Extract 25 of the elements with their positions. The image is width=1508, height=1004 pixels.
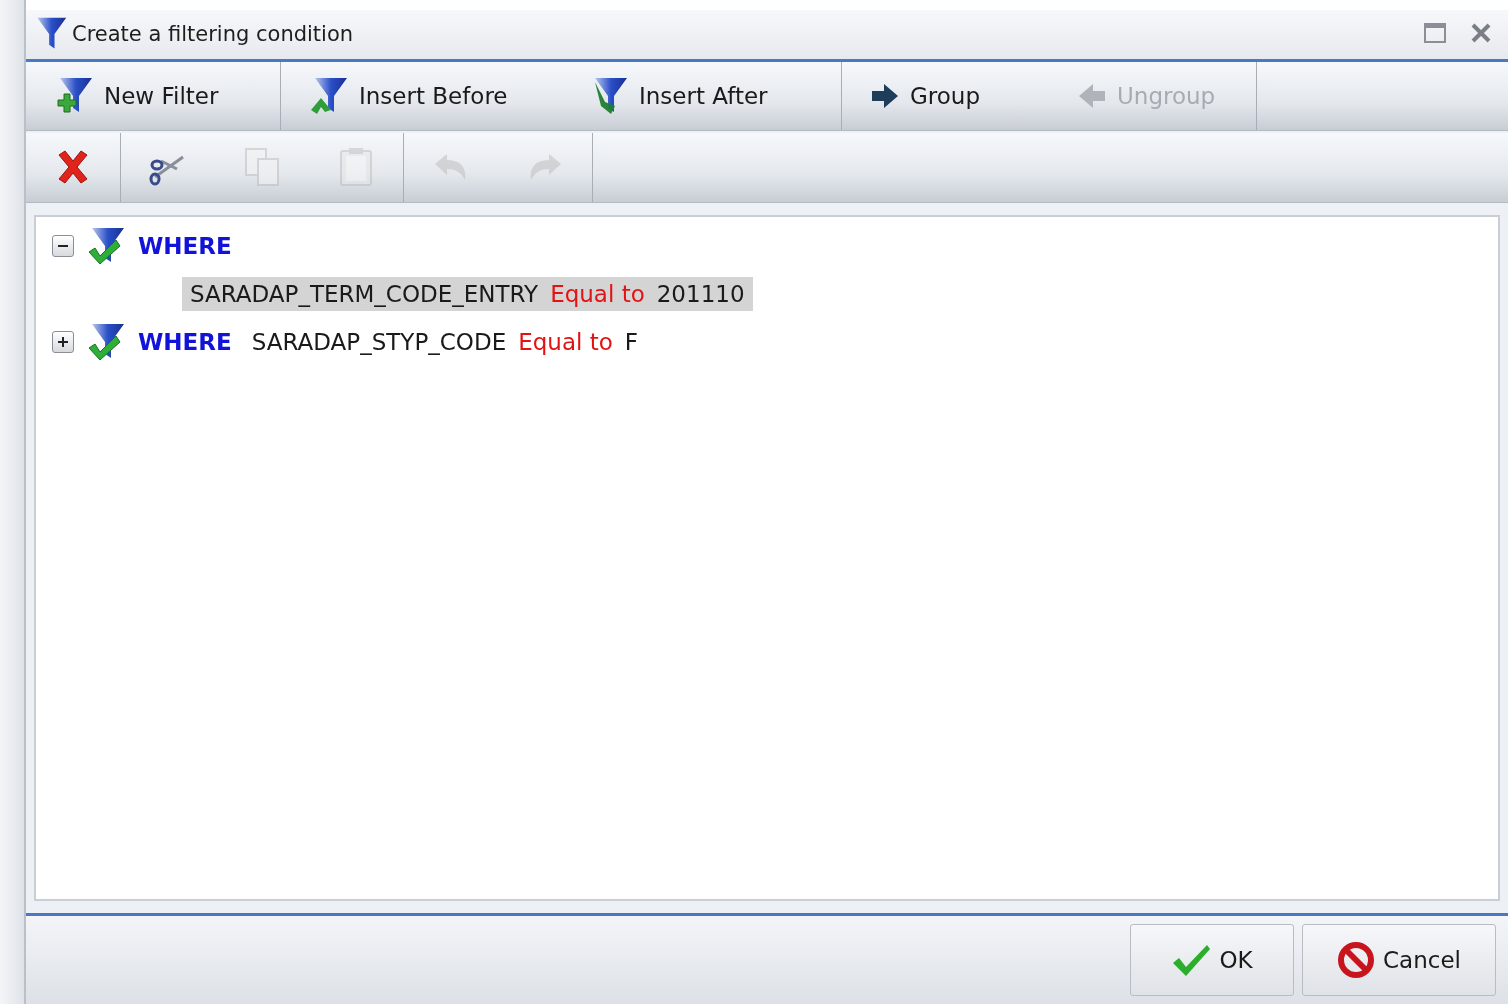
funnel-check-icon <box>86 322 126 363</box>
arrow-right-icon <box>870 81 900 110</box>
collapse-icon[interactable] <box>52 235 74 258</box>
maximize-icon <box>1424 22 1446 43</box>
arrow-left-icon <box>1077 81 1107 110</box>
ok-button[interactable]: OK <box>1130 924 1294 997</box>
checkmark-icon <box>1171 943 1212 978</box>
toolbar-button[interactable]: Group <box>842 61 1049 130</box>
funnel-check-icon <box>86 226 126 267</box>
funnel-arrow-icon <box>309 75 349 116</box>
condition-row[interactable]: SARADAP_TERM_CODE_ENTRY Equal to 201110 <box>182 277 753 312</box>
where-keyword: WHERE <box>138 233 232 260</box>
expand-icon[interactable] <box>52 331 74 354</box>
no-entry-icon <box>1337 941 1376 980</box>
close-icon <box>1470 21 1492 44</box>
clipboard-icon <box>338 146 374 189</box>
condition-row[interactable]: SARADAP_STYP_CODE Equal to F <box>243 325 647 360</box>
toolbar-button[interactable]: New Filter <box>26 61 280 130</box>
window-title: Create a filtering condition <box>72 22 355 47</box>
copy-icon <box>242 146 282 189</box>
toolbar-button[interactable]: Insert After <box>561 61 841 130</box>
toolbar-button[interactable]: Insert Before <box>281 61 561 130</box>
cancel-button[interactable]: Cancel <box>1302 924 1496 997</box>
where-keyword: WHERE <box>138 329 232 356</box>
funnel-plus-icon <box>54 75 94 116</box>
